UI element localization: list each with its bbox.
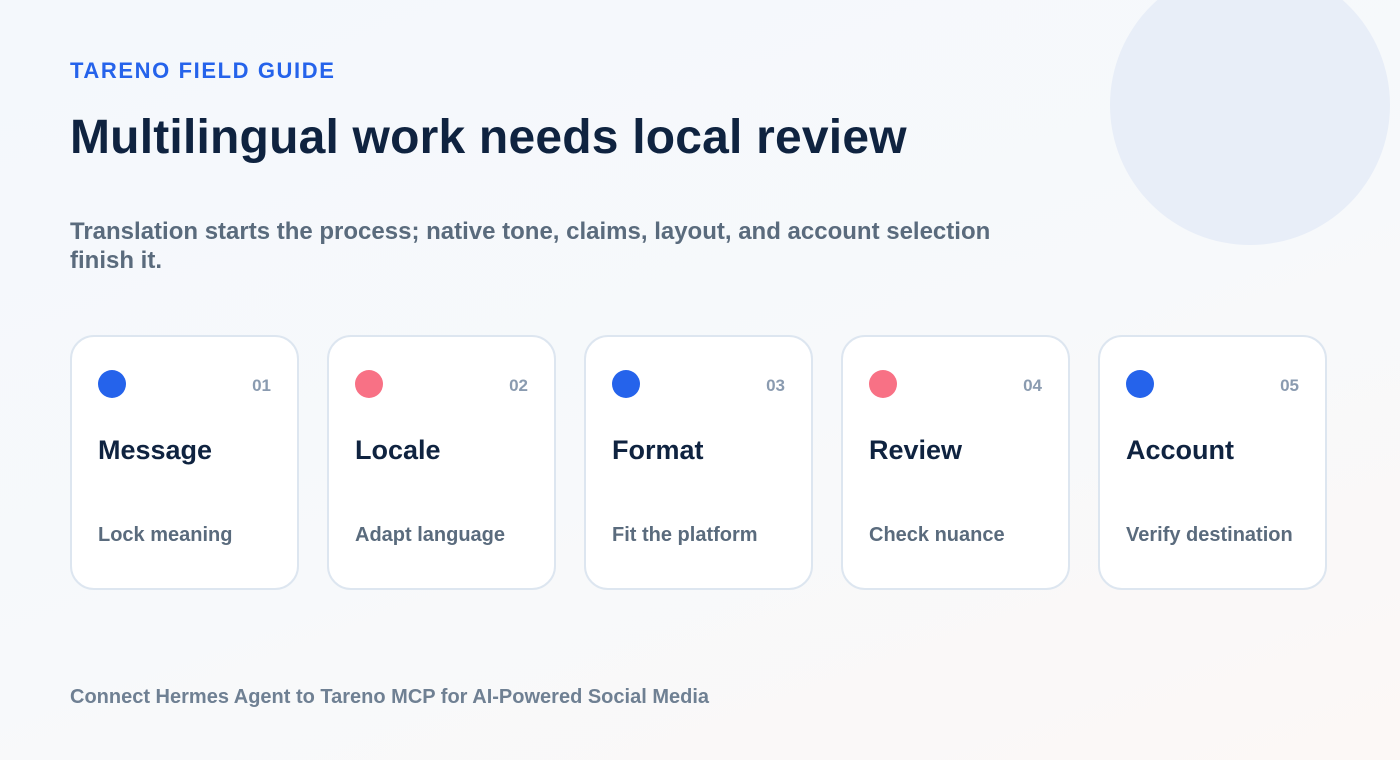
step-title: Account bbox=[1126, 435, 1234, 465]
step-title: Message bbox=[98, 435, 213, 465]
step-dot-icon bbox=[869, 370, 897, 398]
step-title: Review bbox=[869, 435, 963, 465]
eyebrow-label: TARENO FIELD GUIDE bbox=[70, 58, 336, 83]
step-dot-icon bbox=[612, 370, 640, 398]
step-description: Verify destination bbox=[1126, 524, 1293, 546]
step-card-account: 05 Account Verify destination bbox=[1098, 335, 1327, 590]
step-number: 01 bbox=[252, 376, 271, 395]
step-card-locale: 02 Locale Adapt language bbox=[327, 335, 556, 590]
footer-caption: Connect Hermes Agent to Tareno MCP for A… bbox=[70, 686, 709, 708]
step-card-message: 01 Message Lock meaning bbox=[70, 335, 299, 590]
step-dot-icon bbox=[98, 370, 126, 398]
step-number: 02 bbox=[509, 376, 528, 395]
step-description: Check nuance bbox=[869, 524, 1005, 546]
step-card-review: 04 Review Check nuance bbox=[841, 335, 1070, 590]
step-title: Format bbox=[612, 435, 704, 465]
step-number: 05 bbox=[1280, 376, 1299, 395]
step-description: Lock meaning bbox=[98, 524, 233, 546]
step-description: Fit the platform bbox=[612, 524, 758, 546]
page-subtitle: Translation starts the process; native t… bbox=[70, 218, 991, 274]
step-cards: 01 Message Lock meaning 02 Locale Adapt … bbox=[70, 335, 1327, 590]
step-number: 04 bbox=[1023, 376, 1042, 395]
step-dot-icon bbox=[1126, 370, 1154, 398]
decorative-circle bbox=[1110, 0, 1390, 245]
page-title: Multilingual work needs local review bbox=[70, 111, 907, 164]
step-description: Adapt language bbox=[355, 524, 506, 546]
step-dot-icon bbox=[355, 370, 383, 398]
step-title: Locale bbox=[355, 435, 441, 465]
step-card-format: 03 Format Fit the platform bbox=[584, 335, 813, 590]
step-number: 03 bbox=[766, 376, 785, 395]
